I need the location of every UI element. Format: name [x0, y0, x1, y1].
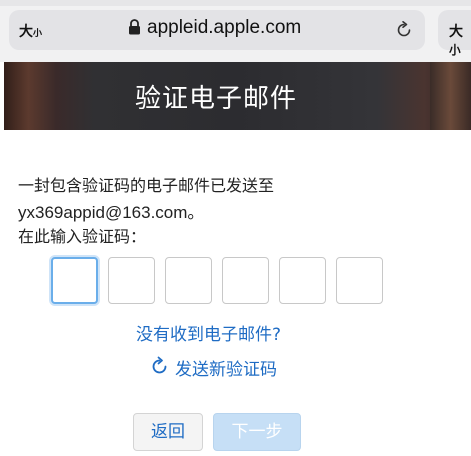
email-address: yx369appid@163.com。	[18, 203, 205, 222]
text-size-button[interactable]: 大小	[19, 21, 42, 41]
not-received-link[interactable]: 没有收到电子邮件?	[136, 320, 281, 345]
banner-side-panel	[430, 62, 471, 130]
code-digit-6[interactable]	[336, 257, 383, 304]
code-digit-2[interactable]	[108, 257, 155, 304]
lock-icon	[129, 19, 140, 35]
code-digit-3[interactable]	[165, 257, 212, 304]
next-button[interactable]: 下一步	[213, 413, 301, 451]
resend-icon[interactable]	[150, 356, 170, 376]
code-digit-4[interactable]	[222, 257, 269, 304]
page-title: 验证电子邮件	[134, 84, 297, 114]
instruction-text: 一封包含验证码的电子邮件已发送至	[18, 176, 275, 195]
code-digit-5[interactable]	[279, 257, 326, 304]
code-digit-1[interactable]	[51, 257, 98, 304]
code-prompt: 在此输入验证码：	[18, 227, 147, 246]
url-text[interactable]: appleid.apple.com	[147, 17, 301, 39]
status-strip	[0, 0, 471, 6]
reload-icon[interactable]	[394, 20, 414, 40]
adjacent-tab-text-size: 大小	[449, 24, 463, 57]
back-button[interactable]: 返回	[133, 413, 203, 451]
resend-code-link[interactable]: 发送新验证码	[175, 355, 277, 380]
